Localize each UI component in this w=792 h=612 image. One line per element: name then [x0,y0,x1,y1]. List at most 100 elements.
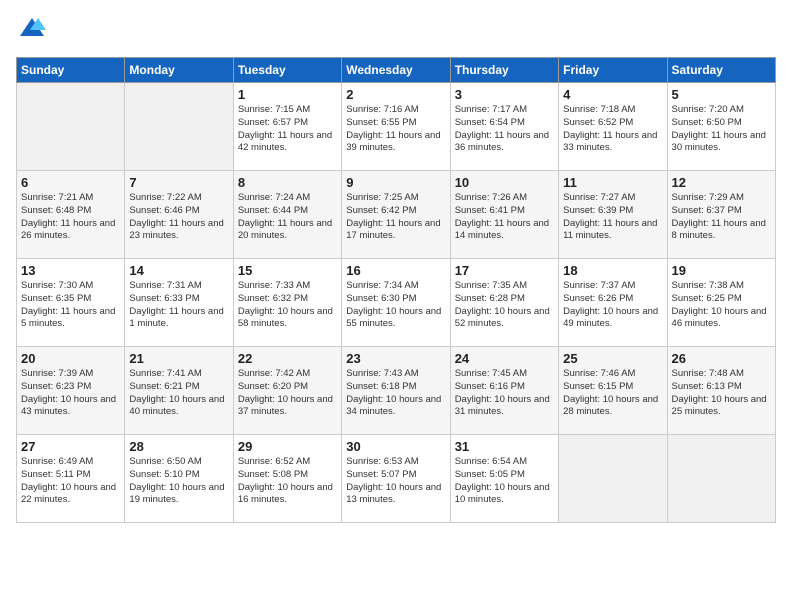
day-info: Sunrise: 7:24 AM Sunset: 6:44 PM Dayligh… [238,192,337,243]
day-number: 22 [238,351,337,366]
day-info: Sunrise: 7:16 AM Sunset: 6:55 PM Dayligh… [346,104,445,155]
day-info: Sunrise: 7:29 AM Sunset: 6:37 PM Dayligh… [672,192,771,243]
calendar-week-4: 20 Sunrise: 7:39 AM Sunset: 6:23 PM Dayli… [17,347,776,435]
day-info: Sunrise: 6:49 AM Sunset: 5:11 PM Dayligh… [21,456,120,507]
day-number: 14 [129,263,228,278]
column-header-monday: Monday [125,58,233,83]
calendar-cell: 11Sunrise: 7:27 AM Sunset: 6:39 PM Dayli… [559,171,667,259]
day-number: 24 [455,351,554,366]
day-info: Sunrise: 7:22 AM Sunset: 6:46 PM Dayligh… [129,192,228,243]
day-info: Sunrise: 7:27 AM Sunset: 6:39 PM Dayligh… [563,192,662,243]
day-info: Sunrise: 7:20 AM Sunset: 6:50 PM Dayligh… [672,104,771,155]
column-header-sunday: Sunday [17,58,125,83]
calendar-cell: 14 Sunrise: 7:31 AM Sunset: 6:33 PM Dayli… [125,259,233,347]
day-number: 25 [563,351,662,366]
calendar-cell: 19Sunrise: 7:38 AM Sunset: 6:25 PM Dayli… [667,259,775,347]
day-number: 28 [129,439,228,454]
calendar-cell: 8Sunrise: 7:24 AM Sunset: 6:44 PM Daylig… [233,171,341,259]
day-number: 31 [455,439,554,454]
column-header-wednesday: Wednesday [342,58,450,83]
calendar-table: SundayMondayTuesdayWednesdayThursdayFrid… [16,57,776,523]
calendar-cell: 23 Sunrise: 7:43 AM Sunset: 6:18 PM Dayli… [342,347,450,435]
day-number: 10 [455,175,554,190]
calendar-cell: 30Sunrise: 6:53 AM Sunset: 5:07 PM Dayli… [342,435,450,523]
day-info: Sunrise: 7:41 AM Sunset: 6:21 PM Dayligh… [129,368,228,419]
calendar-cell: 24 Sunrise: 7:45 AM Sunset: 6:16 PM Dayli… [450,347,558,435]
calendar-cell: 25 Sunrise: 7:46 AM Sunset: 6:15 PM Dayli… [559,347,667,435]
logo-icon [18,16,46,40]
calendar-cell: 6Sunrise: 7:21 AM Sunset: 6:48 PM Daylig… [17,171,125,259]
day-info: Sunrise: 7:15 AM Sunset: 6:57 PM Dayligh… [238,104,337,155]
calendar-cell: 4 Sunrise: 7:18 AM Sunset: 6:52 PM Daylig… [559,83,667,171]
day-info: Sunrise: 7:18 AM Sunset: 6:52 PM Dayligh… [563,104,662,155]
calendar-cell: 18 Sunrise: 7:37 AM Sunset: 6:26 PM Dayli… [559,259,667,347]
day-number: 12 [672,175,771,190]
day-number: 16 [346,263,445,278]
day-info: Sunrise: 7:43 AM Sunset: 6:18 PM Dayligh… [346,368,445,419]
day-info: Sunrise: 6:52 AM Sunset: 5:08 PM Dayligh… [238,456,337,507]
day-number: 19 [672,263,771,278]
calendar-cell [17,83,125,171]
day-info: Sunrise: 7:42 AM Sunset: 6:20 PM Dayligh… [238,368,337,419]
day-info: Sunrise: 7:26 AM Sunset: 6:41 PM Dayligh… [455,192,554,243]
day-info: Sunrise: 7:34 AM Sunset: 6:30 PM Dayligh… [346,280,445,331]
calendar-cell [125,83,233,171]
calendar-cell: 1 Sunrise: 7:15 AM Sunset: 6:57 PM Daylig… [233,83,341,171]
day-info: Sunrise: 7:31 AM Sunset: 6:33 PM Dayligh… [129,280,228,331]
day-info: Sunrise: 7:30 AM Sunset: 6:35 PM Dayligh… [21,280,120,331]
calendar-cell: 9 Sunrise: 7:25 AM Sunset: 6:42 PM Daylig… [342,171,450,259]
calendar-header-row: SundayMondayTuesdayWednesdayThursdayFrid… [17,58,776,83]
day-number: 7 [129,175,228,190]
day-info: Sunrise: 7:21 AM Sunset: 6:48 PM Dayligh… [21,192,120,243]
day-info: Sunrise: 6:50 AM Sunset: 5:10 PM Dayligh… [129,456,228,507]
day-info: Sunrise: 7:17 AM Sunset: 6:54 PM Dayligh… [455,104,554,155]
column-header-saturday: Saturday [667,58,775,83]
calendar-cell: 29 Sunrise: 6:52 AM Sunset: 5:08 PM Dayli… [233,435,341,523]
logo-text [16,16,46,45]
calendar-cell: 15Sunrise: 7:33 AM Sunset: 6:32 PM Dayli… [233,259,341,347]
calendar-cell: 20 Sunrise: 7:39 AM Sunset: 6:23 PM Dayli… [17,347,125,435]
day-number: 20 [21,351,120,366]
day-number: 3 [455,87,554,102]
logo [16,16,46,45]
day-number: 13 [21,263,120,278]
column-header-thursday: Thursday [450,58,558,83]
day-info: Sunrise: 7:39 AM Sunset: 6:23 PM Dayligh… [21,368,120,419]
calendar-week-3: 13 Sunrise: 7:30 AM Sunset: 6:35 PM Dayli… [17,259,776,347]
day-info: Sunrise: 7:35 AM Sunset: 6:28 PM Dayligh… [455,280,554,331]
column-header-friday: Friday [559,58,667,83]
calendar-cell: 13 Sunrise: 7:30 AM Sunset: 6:35 PM Dayli… [17,259,125,347]
day-info: Sunrise: 7:45 AM Sunset: 6:16 PM Dayligh… [455,368,554,419]
day-number: 23 [346,351,445,366]
calendar-cell [559,435,667,523]
day-number: 18 [563,263,662,278]
calendar-cell: 22 Sunrise: 7:42 AM Sunset: 6:20 PM Dayli… [233,347,341,435]
day-info: Sunrise: 7:46 AM Sunset: 6:15 PM Dayligh… [563,368,662,419]
column-header-tuesday: Tuesday [233,58,341,83]
page-header [16,16,776,45]
calendar-week-5: 27 Sunrise: 6:49 AM Sunset: 5:11 PM Dayli… [17,435,776,523]
calendar-cell: 5 Sunrise: 7:20 AM Sunset: 6:50 PM Daylig… [667,83,775,171]
day-number: 21 [129,351,228,366]
day-number: 27 [21,439,120,454]
day-number: 30 [346,439,445,454]
calendar-cell: 28 Sunrise: 6:50 AM Sunset: 5:10 PM Dayli… [125,435,233,523]
day-number: 9 [346,175,445,190]
day-info: Sunrise: 7:25 AM Sunset: 6:42 PM Dayligh… [346,192,445,243]
calendar-cell: 3 Sunrise: 7:17 AM Sunset: 6:54 PM Daylig… [450,83,558,171]
day-number: 1 [238,87,337,102]
calendar-cell: 16 Sunrise: 7:34 AM Sunset: 6:30 PM Dayli… [342,259,450,347]
day-number: 29 [238,439,337,454]
day-number: 15 [238,263,337,278]
calendar-cell: 12 Sunrise: 7:29 AM Sunset: 6:37 PM Dayli… [667,171,775,259]
day-info: Sunrise: 7:37 AM Sunset: 6:26 PM Dayligh… [563,280,662,331]
day-number: 4 [563,87,662,102]
calendar-cell: 21 Sunrise: 7:41 AM Sunset: 6:21 PM Dayli… [125,347,233,435]
calendar-week-2: 6Sunrise: 7:21 AM Sunset: 6:48 PM Daylig… [17,171,776,259]
day-info: Sunrise: 7:48 AM Sunset: 6:13 PM Dayligh… [672,368,771,419]
day-number: 26 [672,351,771,366]
calendar-week-1: 1 Sunrise: 7:15 AM Sunset: 6:57 PM Daylig… [17,83,776,171]
calendar-cell: 10 Sunrise: 7:26 AM Sunset: 6:41 PM Dayli… [450,171,558,259]
day-number: 5 [672,87,771,102]
calendar-cell: 26 Sunrise: 7:48 AM Sunset: 6:13 PM Dayli… [667,347,775,435]
